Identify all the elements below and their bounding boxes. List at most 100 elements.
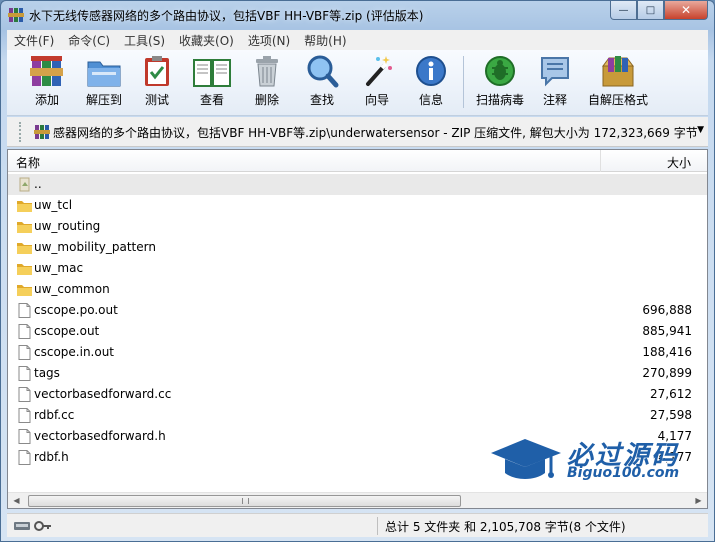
scrollbar-grip xyxy=(242,498,249,504)
file-icon xyxy=(18,429,31,444)
toolbar: 添加 解压到 测试 查看 删除 查找 向导 信息 扫描病毒 注释 自解压格式 xyxy=(7,50,708,116)
folder-icon xyxy=(17,285,32,296)
folder-row[interactable]: uw_mac xyxy=(8,258,707,279)
address-bar[interactable]: 感器网络的多个路由协议，包括VBF HH-VBF等.zip\underwater… xyxy=(7,117,708,147)
add-label: 添加 xyxy=(34,93,59,107)
file-name: uw_routing xyxy=(34,219,101,233)
address-dropdown-icon[interactable]: ▼ xyxy=(697,125,704,135)
app-window: 水下无线传感器网络的多个路由协议，包括VBF HH-VBF等.zip (评估版本… xyxy=(0,0,715,542)
parent-row[interactable]: .. xyxy=(8,174,707,195)
folder-row[interactable]: uw_routing xyxy=(8,216,707,237)
view-label: 查看 xyxy=(199,93,224,107)
menu-help[interactable]: 帮助(H) xyxy=(297,32,353,49)
file-row[interactable]: cscope.po.out 696,888 xyxy=(8,300,707,321)
wizard-button[interactable]: 向导 xyxy=(349,54,405,114)
file-icon xyxy=(18,324,31,339)
extract-to-icon xyxy=(87,61,121,87)
scrollbar-thumb[interactable] xyxy=(28,495,461,507)
view-book-icon xyxy=(193,59,231,87)
extract-to-label: 解压到 xyxy=(85,93,122,107)
test-clipboard-icon xyxy=(145,56,169,86)
file-name: uw_mobility_pattern xyxy=(34,240,156,254)
info-icon xyxy=(416,56,446,86)
extract-to-button[interactable]: 解压到 xyxy=(76,54,132,114)
file-row[interactable]: cscope.out 885,941 xyxy=(8,321,707,342)
folder-row[interactable]: uw_tcl xyxy=(8,195,707,216)
comment-label: 注释 xyxy=(542,93,567,107)
magnifier-icon xyxy=(307,55,339,88)
parent-folder-icon xyxy=(19,177,30,192)
trash-can-icon xyxy=(256,56,278,87)
status-bar: 总计 5 文件夹 和 2,105,708 字节(8 个文件) xyxy=(7,513,708,537)
file-icon xyxy=(18,408,31,423)
archive-icon xyxy=(34,125,50,139)
maximize-button[interactable]: □ xyxy=(637,1,664,20)
column-size[interactable]: 大小 xyxy=(667,154,691,171)
file-icon xyxy=(18,303,31,318)
file-row[interactable]: vectorbasedforward.cc 27,612 xyxy=(8,384,707,405)
virus-scan-icon xyxy=(485,56,515,86)
window-title: 水下无线传感器网络的多个路由协议，包括VBF HH-VBF等.zip (评估版本… xyxy=(29,9,424,23)
add-button[interactable]: 添加 xyxy=(19,54,75,114)
drive-key-icon xyxy=(14,521,51,531)
view-button[interactable]: 查看 xyxy=(184,54,240,114)
file-name: rdbf.cc xyxy=(34,408,75,422)
scroll-right-icon[interactable]: ▶ xyxy=(690,493,707,508)
file-name: uw_tcl xyxy=(34,198,73,212)
title-bar[interactable]: 水下无线传感器网络的多个路由协议，包括VBF HH-VBF等.zip (评估版本… xyxy=(1,1,714,29)
file-rows: .. uw_tcl uw_routing uw_mobility_pattern uw_… xyxy=(8,174,707,468)
menu-options[interactable]: 选项(N) xyxy=(241,32,297,49)
wizard-wand-icon xyxy=(366,56,392,86)
menu-favorites[interactable]: 收藏夹(O) xyxy=(172,32,241,49)
file-icon xyxy=(18,387,31,402)
horizontal-scrollbar[interactable]: ◀ ▶ xyxy=(8,492,707,508)
minimize-button[interactable]: — xyxy=(610,1,637,20)
folder-row[interactable]: uw_mobility_pattern xyxy=(8,237,707,258)
scroll-left-icon[interactable]: ◀ xyxy=(8,493,25,508)
comment-button[interactable]: 注释 xyxy=(527,54,583,114)
scan-virus-button[interactable]: 扫描病毒 xyxy=(467,54,533,114)
file-size: 270,899 xyxy=(642,366,692,380)
menu-commands[interactable]: 命令(C) xyxy=(61,32,117,49)
file-name: rdbf.h xyxy=(34,450,69,464)
menu-bar: 文件(F) 命令(C) 工具(S) 收藏夹(O) 选项(N) 帮助(H) xyxy=(7,30,708,50)
file-row[interactable]: cscope.in.out 188,416 xyxy=(8,342,707,363)
file-name: uw_common xyxy=(34,282,110,296)
comment-icon xyxy=(541,57,569,87)
toolbar-separator xyxy=(463,56,464,108)
delete-label: 删除 xyxy=(254,93,279,107)
address-path: 感器网络的多个路由协议，包括VBF HH-VBF等.zip\underwater… xyxy=(53,126,698,140)
file-icon xyxy=(18,366,31,381)
file-name: vectorbasedforward.cc xyxy=(34,387,172,401)
watermark-subtitle: Biguo100.com xyxy=(567,465,680,481)
file-name: cscope.po.out xyxy=(34,303,118,317)
sfx-button[interactable]: 自解压格式 xyxy=(585,54,651,114)
file-size: 885,941 xyxy=(642,324,692,338)
file-row[interactable]: rdbf.cc 27,598 xyxy=(8,405,707,426)
folder-icon xyxy=(17,264,32,275)
test-button[interactable]: 测试 xyxy=(129,54,185,114)
menu-file[interactable]: 文件(F) xyxy=(7,32,61,49)
folder-icon xyxy=(17,243,32,254)
file-icon xyxy=(18,345,31,360)
close-button[interactable]: ✕ xyxy=(664,1,708,20)
address-grip xyxy=(19,122,21,142)
wizard-label: 向导 xyxy=(364,93,389,107)
column-name[interactable]: 名称 xyxy=(16,154,40,171)
menu-tools[interactable]: 工具(S) xyxy=(117,32,172,49)
status-summary: 总计 5 文件夹 和 2,105,708 字节(8 个文件) xyxy=(385,520,626,534)
file-row[interactable]: tags 270,899 xyxy=(8,363,707,384)
info-button[interactable]: 信息 xyxy=(403,54,459,114)
file-size: 27,612 xyxy=(650,387,692,401)
folder-row[interactable]: uw_common xyxy=(8,279,707,300)
delete-button[interactable]: 删除 xyxy=(239,54,295,114)
find-button[interactable]: 查找 xyxy=(294,54,350,114)
file-name: tags xyxy=(34,366,60,380)
column-header: 名称 大小 xyxy=(8,150,707,172)
file-name: uw_mac xyxy=(34,261,84,275)
file-name: cscope.in.out xyxy=(34,345,115,359)
add-archive-icon xyxy=(30,56,63,86)
status-divider xyxy=(377,517,378,535)
file-size: 188,416 xyxy=(642,345,692,359)
column-divider[interactable] xyxy=(600,150,601,172)
